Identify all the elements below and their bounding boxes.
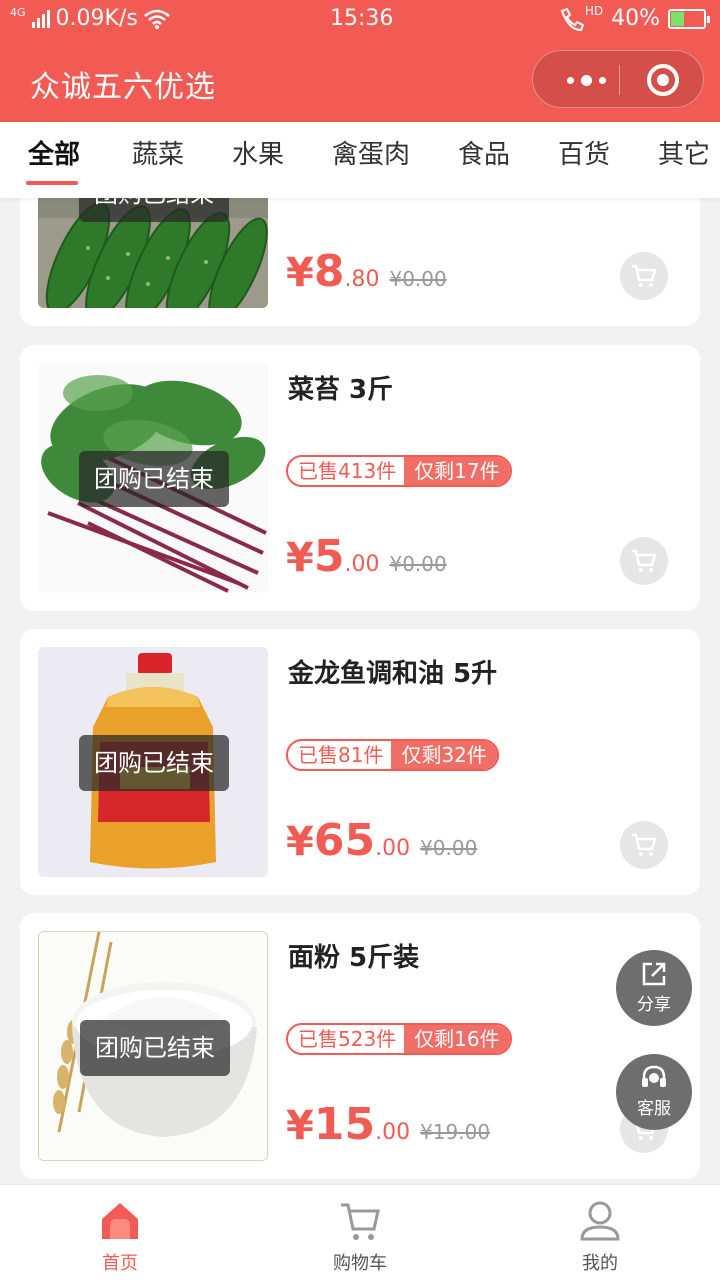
nav-cart-label: 购物车	[333, 1253, 387, 1274]
sold-count: 已售413件	[298, 459, 397, 483]
original-price: ¥0.00	[420, 836, 478, 860]
tab-fruits[interactable]: 水果	[232, 134, 284, 171]
product-name: 金龙鱼调和油 5升	[288, 659, 498, 689]
original-price: ¥19.00	[420, 1120, 491, 1144]
product-card[interactable]: 团购已结束 菜苔 3斤 已售413件 仅剩17件 ¥5.00 ¥0.00	[20, 345, 700, 611]
cart-icon	[632, 833, 657, 856]
nav-cart[interactable]: 购物车	[240, 1185, 480, 1280]
sold-count: 已售81件	[298, 743, 384, 767]
more-icon[interactable]	[555, 51, 617, 109]
group-buy-ended-badge: 团购已结束	[79, 198, 229, 222]
network-speed: 0.09K/s	[55, 6, 138, 31]
sold-count: 已售523件	[298, 1027, 397, 1051]
network-type: 4G	[10, 6, 26, 19]
battery-percent: 40%	[611, 6, 660, 31]
tab-poultry-eggs-meat[interactable]: 禽蛋肉	[332, 134, 410, 171]
phone-icon	[560, 7, 585, 31]
status-bar: 4G 0.09K/s 15:36 HD 40%	[0, 0, 720, 38]
sales-badge: 已售81件 仅剩32件	[286, 739, 499, 771]
nav-home[interactable]: 首页	[0, 1185, 240, 1280]
product-price: ¥15.00 ¥19.00	[286, 1099, 491, 1150]
tab-daily-goods[interactable]: 百货	[558, 134, 610, 171]
product-card[interactable]: 团购已结束 金龙鱼调和油 5升 已售81件 仅剩32件 ¥65.00 ¥0.00	[20, 629, 700, 895]
add-to-cart-button[interactable]	[620, 252, 668, 300]
signal-icon	[31, 9, 50, 28]
category-tabs: 全部 蔬菜 水果 禽蛋肉 食品 百货 其它	[0, 122, 720, 198]
nav-profile[interactable]: 我的	[480, 1185, 720, 1280]
tab-others[interactable]: 其它	[658, 134, 710, 171]
sales-badge: 已售523件 仅剩16件	[286, 1023, 512, 1055]
close-target-icon[interactable]	[647, 64, 679, 96]
product-name: 菜苔 3斤	[288, 375, 394, 405]
title-bar: 众诚五六优选	[0, 44, 720, 122]
add-to-cart-button[interactable]	[620, 537, 668, 585]
remaining-count: 仅剩17件	[404, 457, 510, 485]
user-icon	[580, 1201, 620, 1241]
customer-service-label: 客服	[637, 1099, 671, 1119]
product-price: ¥5.00 ¥0.00	[286, 531, 447, 582]
hd-label: HD	[584, 3, 604, 18]
tab-all[interactable]: 全部	[28, 134, 80, 171]
original-price: ¥0.00	[389, 267, 447, 291]
group-buy-ended-badge: 团购已结束	[79, 451, 229, 507]
status-time: 15:36	[330, 6, 394, 31]
active-tab-indicator	[26, 181, 78, 185]
customer-service-button[interactable]: 客服	[616, 1054, 692, 1130]
share-icon	[642, 962, 666, 986]
remaining-count: 仅剩32件	[391, 741, 497, 769]
product-card[interactable]: 团购已结束 面粉 5斤装 已售523件 仅剩16件 ¥15.00 ¥19.00	[20, 913, 700, 1179]
share-button[interactable]: 分享	[616, 950, 692, 1026]
cart-icon	[632, 549, 657, 572]
add-to-cart-button[interactable]	[620, 821, 668, 869]
product-image-greens: 团购已结束	[38, 363, 268, 593]
cart-icon	[341, 1203, 380, 1240]
home-icon	[102, 1203, 138, 1239]
product-image-cucumber: 团购已结束	[38, 198, 268, 308]
tab-food[interactable]: 食品	[458, 134, 510, 171]
top-bar: 4G 0.09K/s 15:36 HD 40% 众诚五六优选	[0, 0, 720, 122]
product-image-oil: 团购已结束	[38, 647, 268, 877]
bottom-nav: 首页 购物车 我的	[0, 1184, 720, 1280]
capsule-divider	[619, 65, 620, 95]
battery-icon	[668, 8, 710, 29]
share-label: 分享	[637, 995, 671, 1015]
product-price: ¥65.00 ¥0.00	[286, 815, 478, 866]
remaining-count: 仅剩16件	[404, 1025, 510, 1053]
tab-vegetables[interactable]: 蔬菜	[132, 134, 184, 171]
original-price: ¥0.00	[389, 552, 447, 576]
product-card[interactable]: 团购已结束 ¥8.80¥0.00	[20, 198, 700, 326]
product-image-flour: 团购已结束	[38, 931, 268, 1161]
product-name: 面粉 5斤装	[288, 943, 420, 973]
product-price: ¥8.80 ¥0.00	[286, 246, 447, 297]
sales-badge: 已售413件 仅剩17件	[286, 455, 512, 487]
group-buy-ended-badge: 团购已结束	[79, 735, 229, 791]
headset-icon	[642, 1065, 666, 1087]
nav-home-label: 首页	[102, 1253, 138, 1274]
nav-profile-label: 我的	[582, 1253, 618, 1274]
cart-icon	[632, 264, 657, 287]
page-title: 众诚五六优选	[30, 70, 216, 105]
wifi-icon	[144, 9, 170, 29]
product-list[interactable]: 团购已结束 ¥8.80¥0.00	[0, 198, 720, 1184]
miniprogram-capsule	[532, 50, 704, 108]
group-buy-ended-badge: 团购已结束	[80, 1020, 230, 1076]
